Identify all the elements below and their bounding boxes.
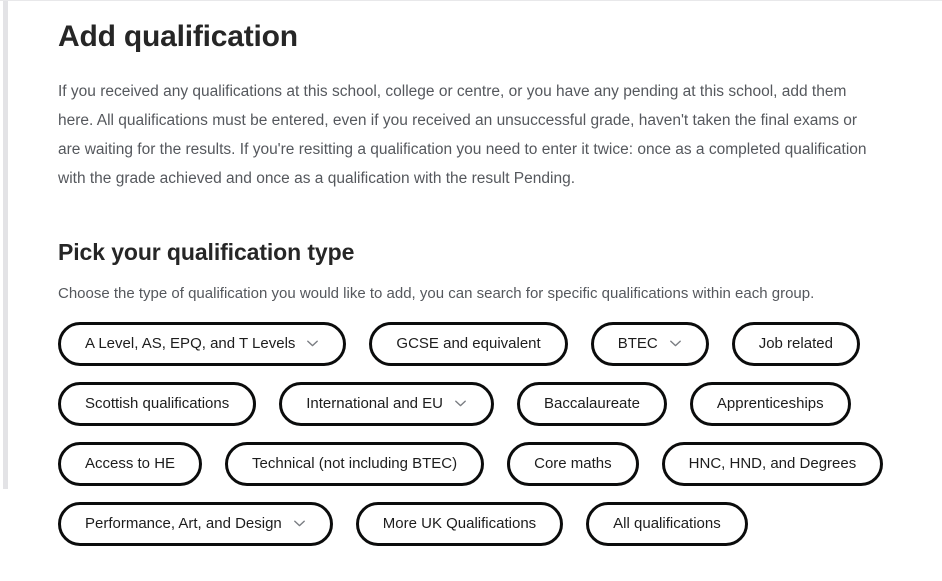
qualification-type-button[interactable]: GCSE and equivalent — [369, 321, 568, 366]
qualification-type-row: Scottish qualifications International and… — [58, 381, 902, 426]
qualification-type-button[interactable]: All qualifications — [586, 501, 748, 546]
qualification-type-label: Performance, Art, and Design — [85, 515, 282, 532]
qualification-type-button[interactable]: Job related — [731, 321, 860, 366]
qualification-type-label: Access to HE — [85, 455, 176, 472]
qualification-type-button[interactable]: BTEC — [590, 321, 709, 366]
chevron-down-icon — [454, 397, 467, 410]
qualification-type-label: More UK Qualifications — [382, 515, 537, 532]
qualification-type-button[interactable]: International and EU — [279, 381, 495, 426]
qualification-type-label: Job related — [758, 335, 833, 352]
qualification-type-button[interactable]: More UK Qualifications — [355, 501, 564, 546]
qualification-type-label: HNC, HND, and Degrees — [688, 455, 857, 472]
qualification-type-button[interactable]: Baccalaureate — [517, 381, 667, 426]
qualification-type-row: Access to HE Technical (not including BTE… — [58, 441, 902, 486]
chevron-down-icon — [306, 337, 319, 350]
qualification-type-button[interactable]: Apprenticeships — [689, 381, 851, 426]
qualification-type-row: A Level, AS, EPQ, and T Levels GCSE and e… — [58, 321, 902, 366]
chevron-down-icon — [293, 517, 306, 530]
qualification-type-button[interactable]: A Level, AS, EPQ, and T Levels — [58, 321, 347, 366]
qualification-type-label: All qualifications — [613, 515, 721, 532]
qualification-type-label: BTEC — [617, 335, 658, 352]
qualification-type-label: Apprenticeships — [716, 395, 824, 412]
qualification-type-label: Scottish qualifications — [85, 395, 230, 412]
chevron-down-icon — [669, 337, 682, 350]
section-title-pick-qualification-type: Pick your qualification type — [58, 238, 355, 265]
qualification-type-label: Technical (not including BTEC) — [252, 455, 458, 472]
section-description: Choose the type of qualification you wou… — [58, 284, 815, 302]
qualification-type-button[interactable]: Technical (not including BTEC) — [225, 441, 485, 486]
intro-paragraph: If you received any qualifications at th… — [58, 82, 867, 187]
qualification-type-button[interactable]: Performance, Art, and Design — [58, 501, 333, 546]
qualification-type-row: Performance, Art, and Design More UK Qual… — [58, 501, 902, 546]
qualification-type-button[interactable]: Access to HE — [58, 441, 203, 486]
qualification-type-list: A Level, AS, EPQ, and T Levels GCSE and e… — [58, 321, 902, 546]
qualification-type-button[interactable]: HNC, HND, and Degrees — [661, 441, 884, 486]
qualification-type-label: A Level, AS, EPQ, and T Levels — [85, 335, 296, 352]
qualification-type-label: Baccalaureate — [544, 395, 640, 412]
page-title: Add qualification — [58, 20, 298, 53]
qualification-type-button[interactable]: Core maths — [507, 441, 639, 486]
add-qualification-page: Add qualification If you received any qu… — [0, 0, 942, 581]
qualification-type-label: Core maths — [534, 455, 612, 472]
qualification-type-label: GCSE and equivalent — [396, 335, 541, 352]
qualification-type-label: International and EU — [306, 395, 444, 412]
qualification-type-button[interactable]: Scottish qualifications — [58, 381, 257, 426]
